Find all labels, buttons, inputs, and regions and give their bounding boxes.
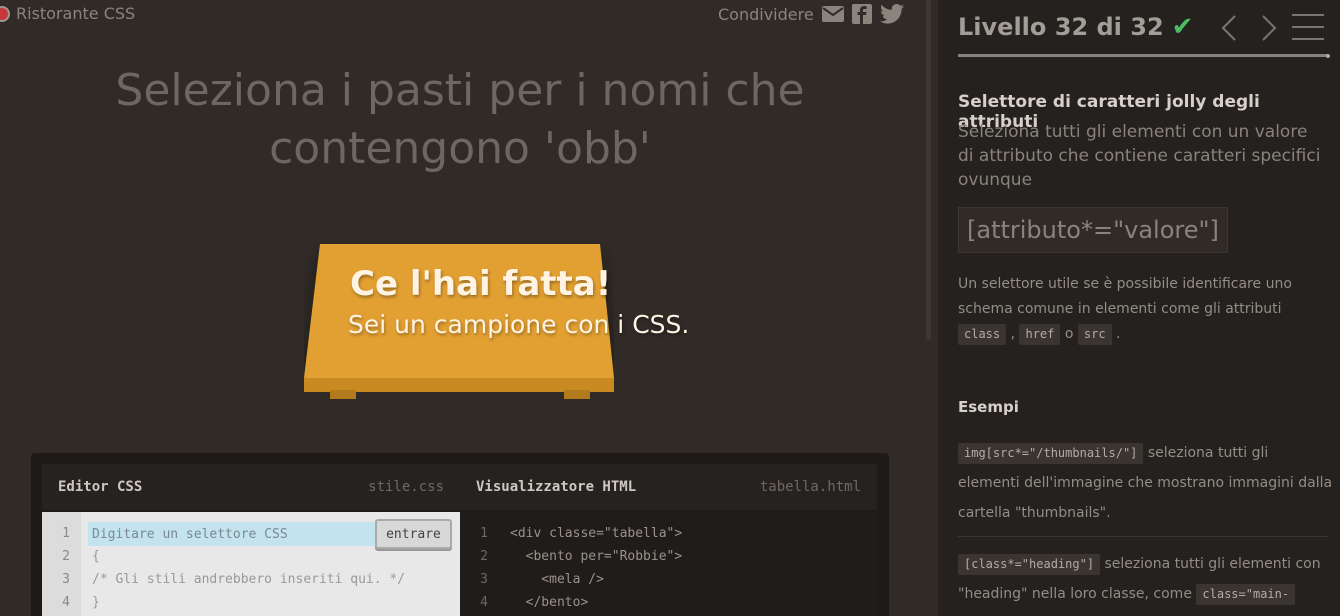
table-leg-left	[330, 390, 356, 399]
line-number: 1	[62, 526, 70, 541]
example-2: [class*="heading"] seleziona tutti gli e…	[958, 549, 1333, 609]
selector-hint: Un selettore utile se è possibile identi…	[958, 272, 1333, 347]
tag-src: src	[1077, 324, 1112, 345]
panel-scrollbar[interactable]	[926, 0, 931, 340]
hint-separator: ,	[1010, 326, 1016, 342]
html-file-name: tabella.html	[759, 479, 861, 495]
hint-separator: o	[1064, 326, 1074, 342]
hint-end: .	[1116, 326, 1121, 342]
css-editor-header: Editor CSS stile.css	[42, 464, 460, 510]
html-code-line[interactable]: <mela />	[510, 572, 604, 587]
win-subtitle: Sei un campione con i CSS.	[348, 310, 690, 339]
twitter-icon[interactable]	[879, 4, 904, 24]
app-title: Ristorante CSS	[16, 4, 136, 23]
check-icon: ✔	[1171, 12, 1194, 42]
line-number: 1	[480, 526, 488, 541]
app-logo[interactable]: Ristorante CSS	[0, 4, 135, 23]
chevron-right-icon[interactable]	[1254, 12, 1284, 44]
html-code-line[interactable]: <div classe="tabella">	[510, 526, 682, 541]
enter-button[interactable]: entrare	[375, 519, 452, 549]
css-code-line: }	[92, 595, 100, 610]
line-number: 2	[62, 549, 70, 564]
line-number: 4	[480, 595, 488, 610]
example-1: img[src*="/thumbnails/"] seleziona tutti…	[958, 438, 1333, 528]
example-2-code-2: class="main-	[1196, 584, 1296, 605]
example-2-code: [class*="heading"]	[958, 554, 1101, 575]
examples-title: Esempi	[958, 398, 1019, 416]
order-instruction: Seleziona i pasti per i nomi che conteng…	[60, 62, 860, 178]
order-line-1: Seleziona i pasti per i nomi che	[115, 65, 805, 116]
level-label: Livello 32 di 32	[958, 13, 1164, 41]
order-line-2: contengono 'obb'	[269, 123, 651, 174]
line-number: 2	[480, 549, 488, 564]
selector-description: Seleziona tutti gli elementi con un valo…	[958, 122, 1321, 190]
mail-icon[interactable]	[821, 6, 844, 22]
selector-syntax: [attributo*="valore"]	[958, 207, 1228, 253]
line-number: 4	[62, 595, 70, 610]
level-header: Livello 32 di 32 ✔	[958, 12, 1193, 42]
css-code-line: /* Gli stili andrebbero inseriti qui. */	[92, 572, 406, 587]
css-editor-title: Editor CSS	[58, 479, 143, 495]
chevron-left-icon[interactable]	[1214, 12, 1244, 44]
css-editor: 1 2 3 4 entrare { /* Gli stili andrebber…	[42, 512, 460, 616]
table-leg-right	[564, 390, 590, 399]
line-number: 3	[480, 572, 488, 587]
example-1-code: img[src*="/thumbnails/"]	[958, 443, 1144, 464]
html-viewer: 1 2 3 4 <div classe="tabella"> <bento pe…	[460, 512, 877, 616]
line-number: 3	[62, 572, 70, 587]
game-area: Ristorante CSS Condividere Seleziona i p…	[0, 0, 928, 616]
tag-href: href	[1019, 324, 1061, 345]
progress-marker	[1326, 54, 1330, 58]
hint-text: Un selettore utile se è possibile identi…	[958, 276, 1292, 317]
example-divider	[958, 536, 1328, 537]
css-selector-input[interactable]	[92, 524, 372, 544]
win-title: Ce l'hai fatta!	[350, 264, 612, 304]
css-file-name: stile.css	[368, 479, 444, 495]
level-progress-bar	[958, 54, 1328, 57]
logo-dot-icon	[0, 5, 10, 22]
html-viewer-header: Visualizzatore HTML tabella.html	[460, 464, 877, 510]
menu-icon[interactable]	[1292, 12, 1324, 42]
tag-class: class	[958, 324, 1007, 345]
html-viewer-title: Visualizzatore HTML	[476, 479, 637, 495]
share-label: Condividere	[718, 4, 814, 24]
facebook-icon[interactable]	[851, 4, 872, 24]
html-code-line[interactable]: </bento>	[510, 595, 589, 610]
css-code-line: {	[92, 549, 100, 564]
sidebar: Livello 32 di 32 ✔ Selettore di caratter…	[938, 0, 1340, 616]
share-bar: Condividere	[718, 4, 904, 24]
html-code-line[interactable]: <bento per="Robbie">	[510, 549, 683, 564]
